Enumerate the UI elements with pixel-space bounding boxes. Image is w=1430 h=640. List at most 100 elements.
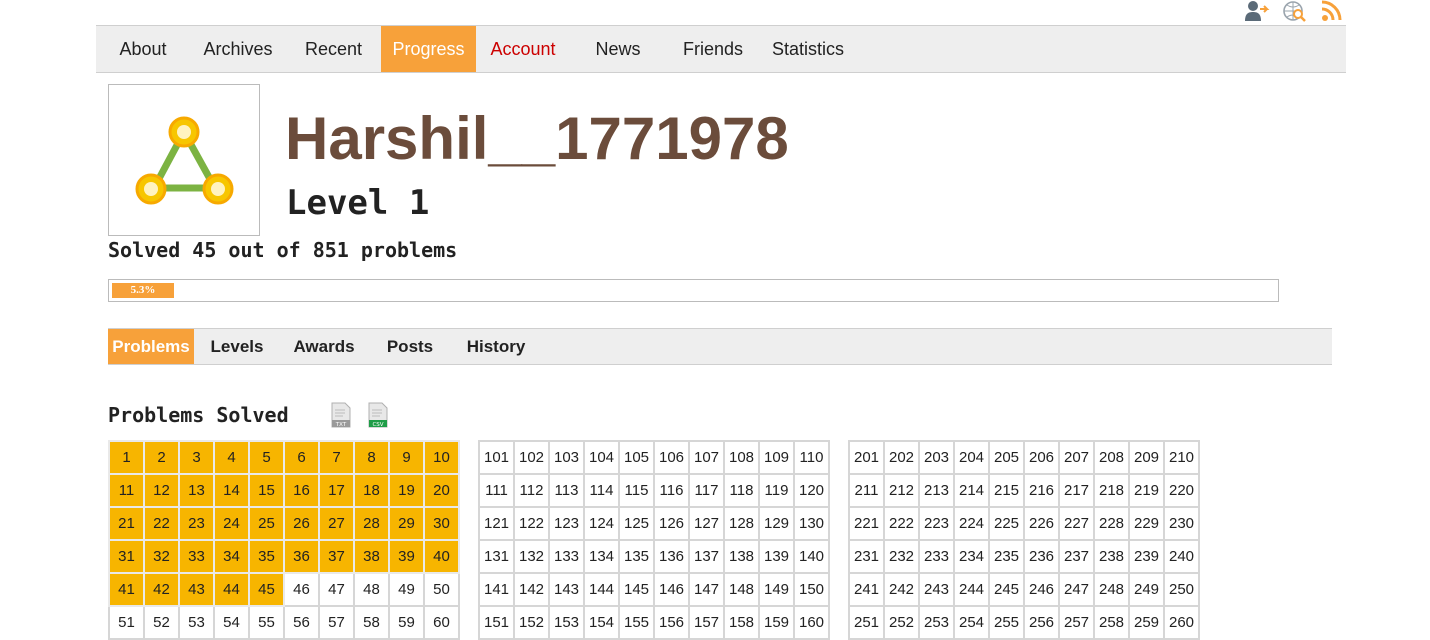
problem-cell[interactable]: 19 (388, 473, 425, 508)
problem-cell[interactable]: 158 (723, 605, 760, 640)
problem-cell[interactable]: 55 (248, 605, 285, 640)
problem-cell[interactable]: 156 (653, 605, 690, 640)
problem-cell[interactable]: 22 (143, 506, 180, 541)
problem-cell[interactable]: 243 (918, 572, 955, 607)
problem-cell[interactable]: 215 (988, 473, 1025, 508)
problem-cell[interactable]: 129 (758, 506, 795, 541)
problem-cell[interactable]: 10 (423, 440, 460, 475)
problem-cell[interactable]: 18 (353, 473, 390, 508)
problem-cell[interactable]: 236 (1023, 539, 1060, 574)
problem-cell[interactable]: 23 (178, 506, 215, 541)
problem-cell[interactable]: 146 (653, 572, 690, 607)
tab-awards[interactable]: Awards (280, 329, 368, 364)
problem-cell[interactable]: 13 (178, 473, 215, 508)
problem-cell[interactable]: 128 (723, 506, 760, 541)
problem-cell[interactable]: 242 (883, 572, 920, 607)
problem-cell[interactable]: 52 (143, 605, 180, 640)
problem-cell[interactable]: 123 (548, 506, 585, 541)
problem-cell[interactable]: 139 (758, 539, 795, 574)
problem-cell[interactable]: 34 (213, 539, 250, 574)
problem-cell[interactable]: 160 (793, 605, 830, 640)
problem-cell[interactable]: 148 (723, 572, 760, 607)
problem-cell[interactable]: 149 (758, 572, 795, 607)
problem-cell[interactable]: 41 (108, 572, 145, 607)
problem-cell[interactable]: 15 (248, 473, 285, 508)
problem-cell[interactable]: 213 (918, 473, 955, 508)
tab-problems[interactable]: Problems (108, 329, 194, 364)
problem-cell[interactable]: 11 (108, 473, 145, 508)
tab-posts[interactable]: Posts (368, 329, 452, 364)
problem-cell[interactable]: 16 (283, 473, 320, 508)
problem-cell[interactable]: 110 (793, 440, 830, 475)
problem-cell[interactable]: 31 (108, 539, 145, 574)
problem-cell[interactable]: 24 (213, 506, 250, 541)
problem-cell[interactable]: 28 (353, 506, 390, 541)
problem-cell[interactable]: 54 (213, 605, 250, 640)
problem-cell[interactable]: 244 (953, 572, 990, 607)
problem-cell[interactable]: 214 (953, 473, 990, 508)
problem-cell[interactable]: 205 (988, 440, 1025, 475)
nav-progress[interactable]: Progress (381, 26, 476, 72)
problem-cell[interactable]: 151 (478, 605, 515, 640)
problem-cell[interactable]: 138 (723, 539, 760, 574)
problem-cell[interactable]: 237 (1058, 539, 1095, 574)
problem-cell[interactable]: 116 (653, 473, 690, 508)
problem-cell[interactable]: 26 (283, 506, 320, 541)
problem-cell[interactable]: 233 (918, 539, 955, 574)
problem-cell[interactable]: 3 (178, 440, 215, 475)
nav-news[interactable]: News (570, 26, 666, 72)
problem-cell[interactable]: 119 (758, 473, 795, 508)
problem-cell[interactable]: 234 (953, 539, 990, 574)
problem-cell[interactable]: 36 (283, 539, 320, 574)
problem-cell[interactable]: 154 (583, 605, 620, 640)
problem-cell[interactable]: 212 (883, 473, 920, 508)
problem-cell[interactable]: 106 (653, 440, 690, 475)
problem-cell[interactable]: 46 (283, 572, 320, 607)
problem-cell[interactable]: 47 (318, 572, 355, 607)
problem-cell[interactable]: 257 (1058, 605, 1095, 640)
problem-cell[interactable]: 241 (848, 572, 885, 607)
problem-cell[interactable]: 102 (513, 440, 550, 475)
problem-cell[interactable]: 137 (688, 539, 725, 574)
problem-cell[interactable]: 50 (423, 572, 460, 607)
problem-cell[interactable]: 232 (883, 539, 920, 574)
problem-cell[interactable]: 231 (848, 539, 885, 574)
problem-cell[interactable]: 127 (688, 506, 725, 541)
problem-cell[interactable]: 49 (388, 572, 425, 607)
problem-cell[interactable]: 260 (1163, 605, 1200, 640)
problem-cell[interactable]: 25 (248, 506, 285, 541)
problem-cell[interactable]: 150 (793, 572, 830, 607)
problem-cell[interactable]: 101 (478, 440, 515, 475)
problem-cell[interactable]: 142 (513, 572, 550, 607)
problem-cell[interactable]: 130 (793, 506, 830, 541)
problem-cell[interactable]: 145 (618, 572, 655, 607)
problem-cell[interactable]: 117 (688, 473, 725, 508)
problem-cell[interactable]: 118 (723, 473, 760, 508)
problem-cell[interactable]: 207 (1058, 440, 1095, 475)
problem-cell[interactable]: 203 (918, 440, 955, 475)
problem-cell[interactable]: 239 (1128, 539, 1165, 574)
problem-cell[interactable]: 135 (618, 539, 655, 574)
problem-cell[interactable]: 225 (988, 506, 1025, 541)
problem-cell[interactable]: 134 (583, 539, 620, 574)
problem-cell[interactable]: 2 (143, 440, 180, 475)
problem-cell[interactable]: 210 (1163, 440, 1200, 475)
problem-cell[interactable]: 209 (1128, 440, 1165, 475)
rss-feed-icon[interactable] (1320, 0, 1346, 22)
problem-cell[interactable]: 60 (423, 605, 460, 640)
problem-cell[interactable]: 141 (478, 572, 515, 607)
problem-cell[interactable]: 226 (1023, 506, 1060, 541)
problem-cell[interactable]: 35 (248, 539, 285, 574)
problem-cell[interactable]: 114 (583, 473, 620, 508)
problem-cell[interactable]: 30 (423, 506, 460, 541)
problem-cell[interactable]: 230 (1163, 506, 1200, 541)
problem-cell[interactable]: 121 (478, 506, 515, 541)
csv-file-icon[interactable]: CSV (367, 402, 389, 428)
problem-cell[interactable]: 7 (318, 440, 355, 475)
problem-cell[interactable]: 201 (848, 440, 885, 475)
problem-cell[interactable]: 224 (953, 506, 990, 541)
problem-cell[interactable]: 131 (478, 539, 515, 574)
problem-cell[interactable]: 152 (513, 605, 550, 640)
problem-cell[interactable]: 153 (548, 605, 585, 640)
problem-cell[interactable]: 202 (883, 440, 920, 475)
